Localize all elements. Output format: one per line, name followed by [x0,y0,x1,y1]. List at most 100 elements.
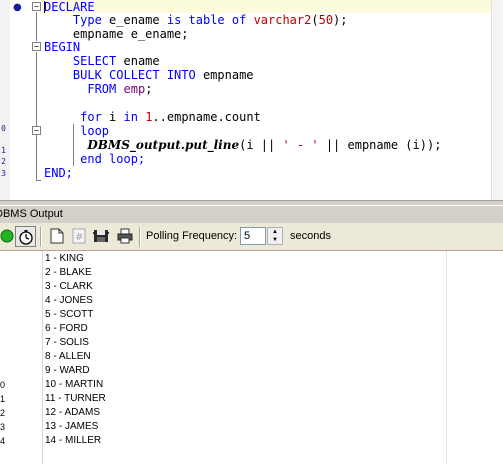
code-token: e_ename [101,13,167,27]
output-line: 3 - CLARK [45,281,93,292]
code-line: end loop; [44,152,145,166]
output-line: 13 - JAMES [45,421,99,432]
output-line-number: 1 [0,394,6,404]
code-token: varchar2 [253,13,312,27]
output-line: 14 - MILLER [45,435,102,446]
code-line: empname e_ename; [44,27,189,41]
print-output-button[interactable] [116,227,134,245]
code-token: DBMS_output.put_line [87,138,240,152]
code-token: Type [72,13,102,27]
clear-output-button[interactable] [48,227,66,245]
output-line: 12 - ADAMS [45,407,101,418]
editor-line-number: 3 [1,169,6,178]
dbms-output-title-bar: DBMS Output [0,205,503,224]
seconds-label: seconds [290,230,331,242]
code-token: for [80,110,102,124]
fold-begin-icon[interactable]: − [32,42,41,51]
code-token: ..empname.count [152,110,261,124]
code-line: BEGIN [44,40,80,54]
stopwatch-icon [18,229,33,245]
fold-loop-icon[interactable]: − [32,126,41,135]
output-line: 11 - TURNER [45,393,106,404]
polling-frequency-input[interactable]: 5 [240,227,266,245]
output-line: 6 - FORD [45,323,88,334]
code-line: for i in 1..empname.count [44,110,261,124]
code-token: END; [44,166,73,180]
code-token: ename [116,54,160,68]
output-right-margin [446,251,447,464]
output-line: 1 - KING [45,253,84,264]
output-line: 9 - WARD [45,365,90,376]
editor-line-number: 2 [1,157,6,166]
code-token: empname [195,68,254,82]
printer-icon [117,228,133,244]
code-token: SELECT [72,54,117,68]
output-line: 8 - ALLEN [45,351,91,362]
page-hash-icon: # [72,228,86,244]
editor-vertical-scrollbar[interactable] [491,0,503,200]
save-output-button[interactable] [92,227,110,245]
toggle-polling-button[interactable] [15,226,36,247]
code-line: SELECT ename [44,54,160,68]
svg-text:#: # [75,232,83,243]
output-line: 4 - JONES [45,295,93,306]
editor-line-number: 0 [1,124,6,133]
output-line: 10 - MARTIN [45,379,104,390]
code-line: END; [44,166,73,180]
code-token: 50 [318,13,334,27]
current-line-marker-icon[interactable]: ● [13,2,22,13]
code-line: DBMS_output.put_line(i || ' - ' || empna… [44,138,441,152]
code-token: BEGIN [44,40,81,54]
green-circle-icon [0,229,14,243]
code-token: i [101,110,124,124]
save-disk-icon [93,230,109,242]
dbms-output-text[interactable]: 0 1 2 3 4 1 - KING 2 - BLAKE 3 - CLARK 4 - … [0,251,503,464]
output-line-number: 4 [0,436,6,446]
output-line-gutter: 0 1 2 3 4 [0,251,43,464]
code-line: loop [44,124,109,138]
code-token: DECLARE [44,0,95,14]
dbms-output-toolbar: # Polling Frequency: 5 ▲ ▼ seconds [0,223,503,251]
code-token: || empname (i)); [318,138,442,152]
code-token: ' - ' [282,138,319,152]
code-line: FROM emp; [44,82,152,96]
code-token: ( [311,13,319,27]
spin-down-icon[interactable]: ▼ [268,236,282,244]
code-token: in [123,110,138,124]
fold-declare-icon[interactable]: − [32,2,41,11]
current-line-highlight [42,0,491,13]
output-line-number: 3 [0,422,6,432]
code-token: (i || [239,138,283,152]
code-token: is table of [166,13,247,27]
code-line: Type e_ename is table of varchar2(50); [44,13,348,27]
line-numbers-button[interactable]: # [70,227,88,245]
output-line-number: 2 [0,408,6,418]
spin-up-icon[interactable]: ▲ [268,228,282,236]
code-editor[interactable]: 0 1 2 3 ● − − − DECLARE Type e_ename is … [0,0,503,200]
output-line: 2 - BLAKE [45,267,92,278]
fold-end [36,180,41,181]
polling-frequency-spinner[interactable]: ▲ ▼ [267,227,283,245]
code-token: FROM [87,82,117,96]
code-token: ); [333,13,348,27]
toolbar-separator [139,227,141,247]
code-line: BULK COLLECT INTO empname [44,68,254,82]
code-token: end loop; [80,152,146,166]
code-token: emp [123,82,146,96]
code-token: loop [80,124,110,138]
fold-guide [36,52,37,180]
code-line: DECLARE [44,0,95,14]
blank-page-icon [50,228,64,244]
editor-line-gutter: 0 1 2 3 [0,0,10,200]
code-token: ; [145,82,153,96]
toolbar-separator [40,227,42,247]
enable-output-button[interactable] [0,227,16,245]
output-line: 5 - SCOTT [45,309,94,320]
